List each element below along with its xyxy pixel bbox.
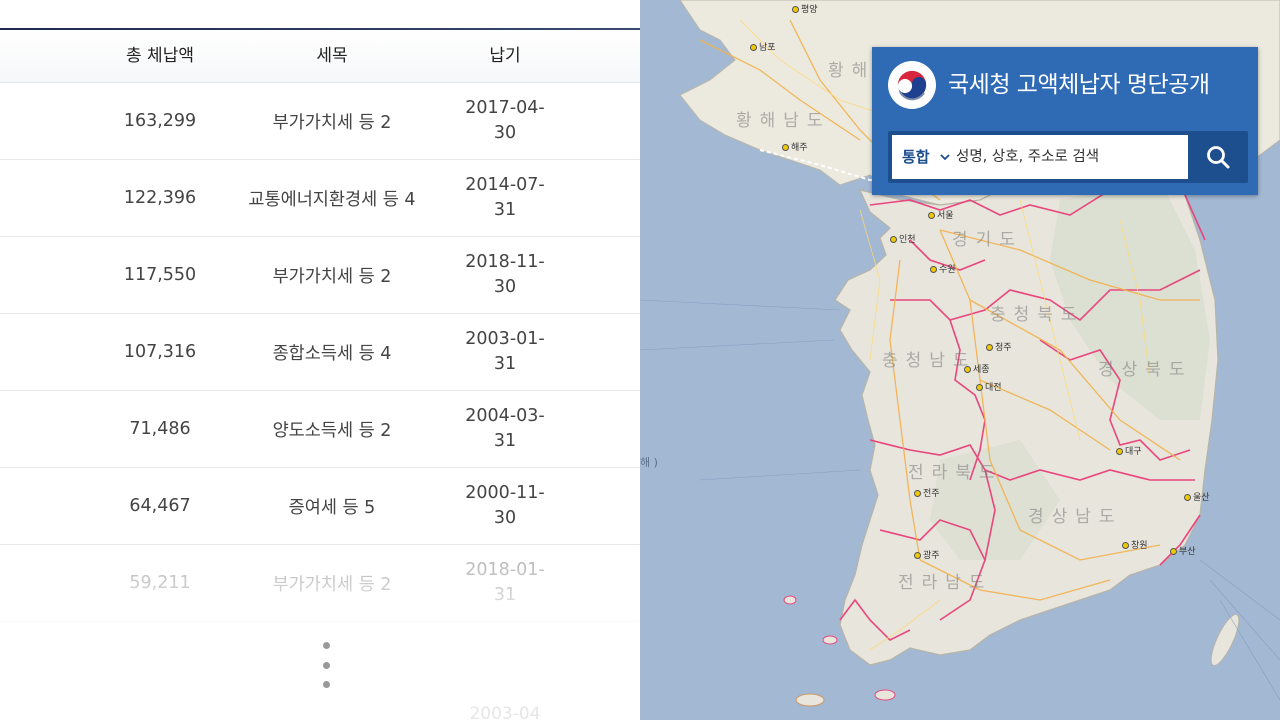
city-label[interactable]: 수원 xyxy=(930,262,956,275)
header-total-amount: 총 체납액 xyxy=(126,46,194,66)
tax-type-cell: 교통에너지환경세 등 4 xyxy=(248,189,416,210)
amount-cell: 163,299 xyxy=(123,111,197,131)
tax-type-cell: 증여세 등 5 xyxy=(288,497,376,518)
city-label[interactable]: 전주 xyxy=(914,486,940,499)
city-label[interactable]: 창원 xyxy=(1122,538,1148,551)
due-date-cell: 2014-07-31 xyxy=(465,175,545,220)
table-row[interactable]: 64,467 증여세 등 5 2000-11-30 xyxy=(0,468,640,545)
fade-out-overlay xyxy=(0,560,640,720)
city-label[interactable]: 서울 xyxy=(928,208,954,221)
island xyxy=(874,689,896,701)
search-icon xyxy=(1207,146,1230,169)
sea-label: 해 ) xyxy=(640,456,658,469)
city-label[interactable]: 청주 xyxy=(986,340,1012,353)
delinquent-list-panel: 총 체납액 세목 납기 163,299 부가가치세 등 2 2017-04-30… xyxy=(0,0,640,720)
taegeuk-logo xyxy=(888,61,936,109)
island xyxy=(783,595,797,605)
due-date-cell: 2003-01-31 xyxy=(465,329,545,374)
city-label[interactable]: 광주 xyxy=(914,548,940,561)
table-body: 163,299 부가가치세 등 2 2017-04-30 122,396 교통에… xyxy=(0,83,640,622)
island xyxy=(795,693,825,707)
search-button[interactable] xyxy=(1192,135,1244,179)
amount-cell: 117,550 xyxy=(123,265,197,285)
chevron-down-icon[interactable] xyxy=(940,135,950,179)
province-label: 충청북도 xyxy=(990,305,1085,325)
city-label[interactable]: 남포 xyxy=(750,40,776,53)
city-label[interactable]: 평양 xyxy=(792,2,818,15)
tax-type-cell: 양도소득세 등 2 xyxy=(272,420,392,441)
search-box[interactable]: 통합 xyxy=(892,135,1188,179)
province-label: 경기도 xyxy=(952,230,1023,250)
city-label[interactable]: 대구 xyxy=(1116,444,1142,457)
province-label: 경상남도 xyxy=(1028,507,1123,527)
island xyxy=(1210,613,1240,667)
due-date-cell: 2000-11-30 xyxy=(465,483,545,528)
amount-cell: 122,396 xyxy=(123,188,197,208)
due-date-cell: 2004-03-31 xyxy=(465,406,545,451)
tax-type-cell: 종합소득세 등 4 xyxy=(272,343,392,364)
amount-cell: 71,486 xyxy=(129,419,191,439)
province-label: 전라북도 xyxy=(908,463,1003,483)
tax-type-cell: 부가가치세 등 2 xyxy=(272,266,392,287)
search-input[interactable] xyxy=(956,135,1180,179)
city-label[interactable]: 울산 xyxy=(1184,490,1210,503)
province-label: 충청남도 xyxy=(882,351,977,371)
overlay-title: 국세청 고액체납자 명단공개 xyxy=(948,72,1210,98)
tax-type-cell: 부가가치세 등 2 xyxy=(272,112,392,133)
city-label[interactable]: 부산 xyxy=(1170,544,1196,557)
table-header: 총 체납액 세목 납기 xyxy=(0,30,640,83)
more-vertical-icon[interactable] xyxy=(318,642,334,688)
search-bar: 통합 xyxy=(888,131,1248,183)
city-label[interactable]: 대전 xyxy=(976,380,1002,393)
island xyxy=(822,635,838,645)
due-date-cell: 2017-04-30 xyxy=(465,98,545,143)
table-row[interactable]: 117,550 부가가치세 등 2 2018-11-30 xyxy=(0,237,640,314)
partial-due-date: 2003-04 xyxy=(469,704,541,720)
table-row[interactable]: 122,396 교통에너지환경세 등 4 2014-07-31 xyxy=(0,160,640,237)
province-label: 경상북도 xyxy=(1098,360,1193,380)
city-label[interactable]: 해주 xyxy=(782,140,808,153)
header-due-date: 납기 xyxy=(489,46,521,66)
province-label: 황해남도 xyxy=(736,111,831,131)
city-label[interactable]: 세종 xyxy=(964,362,990,375)
search-overlay-panel: 국세청 고액체납자 명단공개 통합 xyxy=(872,47,1258,195)
table-row[interactable]: 71,486 양도소득세 등 2 2004-03-31 xyxy=(0,391,640,468)
header-tax-type: 세목 xyxy=(316,46,348,66)
city-label[interactable]: 인천 xyxy=(890,232,916,245)
province-label: 전라남도 xyxy=(898,573,993,593)
taegeuk-icon xyxy=(897,70,927,101)
table-row[interactable]: 107,316 종합소득세 등 4 2003-01-31 xyxy=(0,314,640,391)
amount-cell: 64,467 xyxy=(129,496,191,516)
due-date-cell: 2018-11-30 xyxy=(465,252,545,297)
amount-cell: 107,316 xyxy=(123,342,197,362)
search-scope-select[interactable]: 통합 xyxy=(902,135,930,179)
table-row[interactable]: 163,299 부가가치세 등 2 2017-04-30 xyxy=(0,83,640,160)
